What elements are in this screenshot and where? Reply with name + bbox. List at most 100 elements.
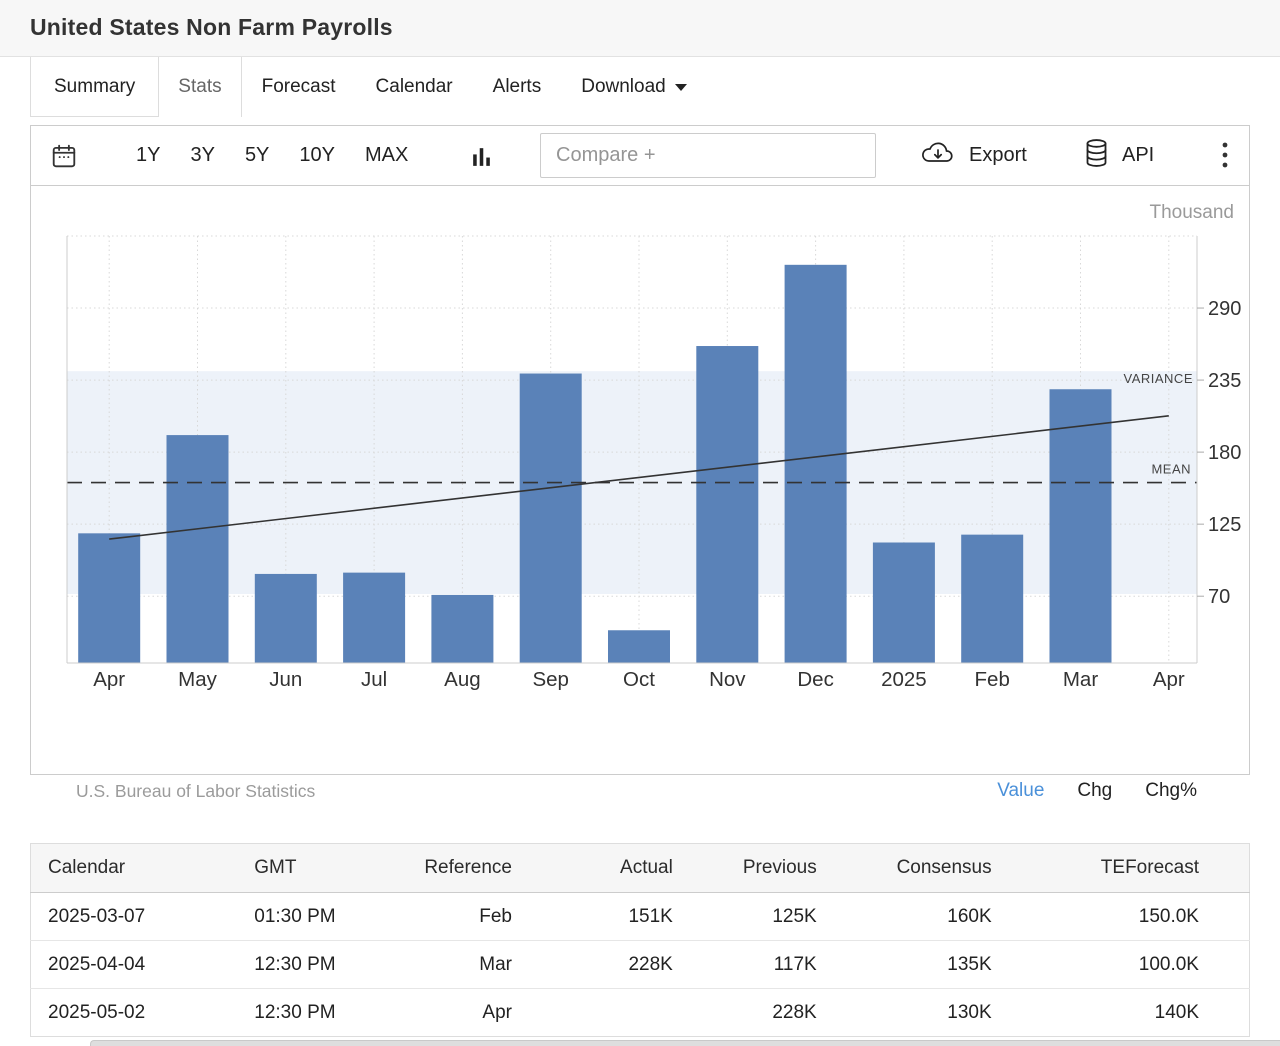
- api-label: API: [1122, 144, 1154, 167]
- tab-stats[interactable]: Stats: [159, 57, 241, 117]
- table-cell: 117K: [703, 941, 847, 989]
- tab-forecast[interactable]: Forecast: [242, 57, 356, 117]
- table-cell: [545, 989, 703, 1037]
- x-tick-label: Oct: [623, 668, 655, 691]
- range-selector: 1Y 3Y 5Y 10Y MAX: [136, 126, 408, 185]
- tab-label: Forecast: [262, 76, 336, 98]
- tab-label: Stats: [178, 76, 221, 98]
- chart-region: Thousand 70125180235290AprMayJunJulAugSe…: [31, 186, 1249, 716]
- table-cell: 140K: [1022, 989, 1250, 1037]
- table-cell: Mar: [395, 941, 545, 989]
- table-cell: 130K: [847, 989, 1022, 1037]
- bar-may[interactable]: [167, 435, 229, 663]
- mean-label: MEAN: [1151, 462, 1191, 477]
- source-attribution: U.S. Bureau of Labor Statistics: [76, 781, 315, 802]
- releases-table: CalendarGMTReferenceActualPreviousConsen…: [30, 843, 1250, 1037]
- page-title: United States Non Farm Payrolls: [30, 14, 393, 41]
- bar-mar[interactable]: [1050, 389, 1112, 663]
- y-tick-label: 70: [1208, 586, 1230, 608]
- x-tick-label: Dec: [797, 668, 833, 691]
- tab-download[interactable]: Download: [561, 57, 707, 117]
- export-label: Export: [969, 144, 1027, 167]
- range-button-3y[interactable]: 3Y: [190, 144, 214, 167]
- cloud-download-icon: [919, 138, 957, 173]
- database-icon: [1083, 138, 1110, 173]
- tab-label: Summary: [54, 76, 135, 98]
- range-button-1y[interactable]: 1Y: [136, 144, 160, 167]
- view-toggle-chg[interactable]: Chg: [1077, 780, 1112, 802]
- api-button[interactable]: API: [1083, 126, 1154, 185]
- table-cell: 12:30 PM: [235, 941, 395, 989]
- table-row: 2025-05-0212:30 PMApr228K130K140K: [31, 989, 1250, 1037]
- col-header-gmt: GMT: [235, 844, 395, 893]
- view-toggle-chg-pct[interactable]: Chg%: [1145, 780, 1197, 802]
- bar-apr[interactable]: [78, 533, 140, 663]
- col-header-teforecast: TEForecast: [1022, 844, 1250, 893]
- calendar-icon[interactable]: [51, 143, 77, 174]
- bar-dec[interactable]: [785, 265, 847, 663]
- range-button-10y[interactable]: 10Y: [299, 144, 335, 167]
- bar-feb[interactable]: [961, 535, 1023, 663]
- x-tick-label: 2025: [881, 668, 927, 691]
- table-cell: 2025-04-04: [31, 941, 236, 989]
- next-section-edge: [90, 1040, 1280, 1046]
- tab-summary[interactable]: Summary: [30, 57, 159, 117]
- bar-2025[interactable]: [873, 542, 935, 663]
- x-tick-label: Jun: [269, 668, 302, 691]
- x-tick-label: May: [178, 668, 217, 691]
- compare-input[interactable]: [540, 133, 876, 178]
- chart-card: 1Y 3Y 5Y 10Y MAX Export: [30, 125, 1250, 775]
- range-button-5y[interactable]: 5Y: [245, 144, 269, 167]
- releases-table-wrap: CalendarGMTReferenceActualPreviousConsen…: [30, 843, 1250, 1037]
- table-cell: 125K: [703, 893, 847, 941]
- table-cell: 228K: [545, 941, 703, 989]
- range-button-max[interactable]: MAX: [365, 144, 408, 167]
- tab-bar: Summary Stats Forecast Calendar Alerts Downlo…: [30, 57, 707, 117]
- page: United States Non Farm Payrolls SummaryS…: [0, 0, 1280, 1046]
- col-header-reference: Reference: [395, 844, 545, 893]
- bar-jul[interactable]: [343, 573, 405, 663]
- chart-toolbar: 1Y 3Y 5Y 10Y MAX Export: [31, 126, 1249, 186]
- x-tick-label: Apr: [1153, 668, 1185, 691]
- export-button[interactable]: Export: [919, 126, 1027, 185]
- x-tick-label: Jul: [361, 668, 387, 691]
- x-tick-label: Sep: [532, 668, 568, 691]
- chart-footer: U.S. Bureau of Labor Statistics Value Chg…: [31, 778, 1249, 808]
- variance-label: VARIANCE: [1124, 371, 1194, 386]
- table-row: 2025-03-0701:30 PMFeb151K125K160K150.0K: [31, 893, 1250, 941]
- tab-label: Calendar: [376, 76, 453, 98]
- y-tick-label: 125: [1208, 514, 1241, 536]
- col-header-consensus: Consensus: [847, 844, 1022, 893]
- table-cell: 151K: [545, 893, 703, 941]
- col-header-calendar: Calendar: [31, 844, 236, 893]
- tab-label: Alerts: [493, 76, 542, 98]
- table-header-row: CalendarGMTReferenceActualPreviousConsen…: [31, 844, 1250, 893]
- bar-aug[interactable]: [431, 595, 493, 663]
- tab-calendar[interactable]: Calendar: [356, 57, 473, 117]
- view-toggle-group: Value Chg Chg%: [997, 780, 1197, 802]
- x-tick-label: Feb: [975, 668, 1010, 691]
- chevron-down-icon: [675, 84, 687, 91]
- table-cell: 01:30 PM: [235, 893, 395, 941]
- bar-oct[interactable]: [608, 630, 670, 663]
- x-tick-label: Nov: [709, 668, 746, 691]
- payrolls-bar-chart: 70125180235290AprMayJunJulAugSepOctNovDe…: [31, 186, 1249, 706]
- table-row: 2025-04-0412:30 PMMar228K117K135K100.0K: [31, 941, 1250, 989]
- y-tick-label: 235: [1208, 370, 1241, 392]
- table-cell: 228K: [703, 989, 847, 1037]
- bar-chart-type-icon[interactable]: [469, 144, 494, 174]
- tab-alerts[interactable]: Alerts: [473, 57, 562, 117]
- bar-nov[interactable]: [696, 346, 758, 663]
- tab-label: Download: [581, 76, 666, 98]
- col-header-previous: Previous: [703, 844, 847, 893]
- x-tick-label: Aug: [444, 668, 480, 691]
- table-cell: 160K: [847, 893, 1022, 941]
- bar-jun[interactable]: [255, 574, 317, 663]
- kebab-menu-icon[interactable]: [1219, 140, 1231, 177]
- table-cell: 2025-05-02: [31, 989, 236, 1037]
- col-header-actual: Actual: [545, 844, 703, 893]
- y-tick-label: 180: [1208, 442, 1241, 464]
- view-toggle-value[interactable]: Value: [997, 780, 1044, 802]
- table-cell: Feb: [395, 893, 545, 941]
- bar-sep[interactable]: [520, 374, 582, 663]
